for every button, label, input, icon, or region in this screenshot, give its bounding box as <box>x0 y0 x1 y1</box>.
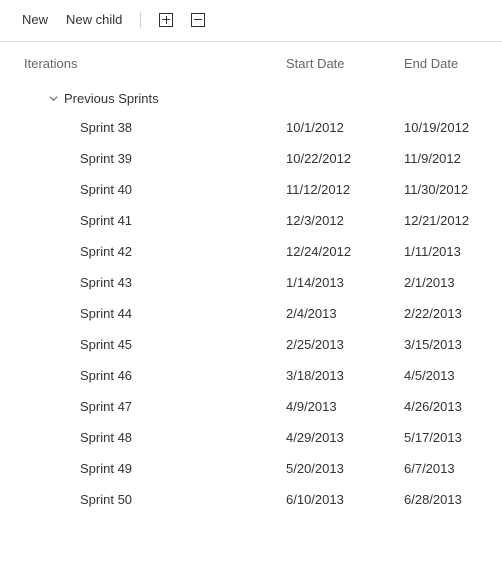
sprint-end-date: 6/28/2013 <box>404 492 502 507</box>
sprint-end-date: 11/9/2012 <box>404 151 502 166</box>
table-row[interactable]: Sprint 495/20/20136/7/2013 <box>0 453 502 484</box>
sprint-start-date: 2/4/2013 <box>286 306 404 321</box>
collapse-all-icon[interactable] <box>191 13 205 27</box>
expand-all-icon[interactable] <box>159 13 173 27</box>
sprint-start-date: 10/1/2012 <box>286 120 404 135</box>
group-label: Previous Sprints <box>64 91 159 106</box>
sprint-end-date: 12/21/2012 <box>404 213 502 228</box>
table-row[interactable]: Sprint 463/18/20134/5/2013 <box>0 360 502 391</box>
sprint-name: Sprint 50 <box>0 492 286 507</box>
sprint-name: Sprint 47 <box>0 399 286 414</box>
sprint-end-date: 5/17/2013 <box>404 430 502 445</box>
sprint-end-date: 3/15/2013 <box>404 337 502 352</box>
group-previous-sprints[interactable]: Previous Sprints <box>0 85 502 112</box>
new-button[interactable]: New <box>22 10 48 29</box>
table-row[interactable]: Sprint 4011/12/201211/30/2012 <box>0 174 502 205</box>
header-end-date[interactable]: End Date <box>404 56 502 71</box>
table-row[interactable]: Sprint 3810/1/201210/19/2012 <box>0 112 502 143</box>
header-iterations[interactable]: Iterations <box>24 56 286 71</box>
table-row[interactable]: Sprint 442/4/20132/22/2013 <box>0 298 502 329</box>
table-row[interactable]: Sprint 4112/3/201212/21/2012 <box>0 205 502 236</box>
sprint-name: Sprint 46 <box>0 368 286 383</box>
sprint-end-date: 11/30/2012 <box>404 182 502 197</box>
sprint-end-date: 10/19/2012 <box>404 120 502 135</box>
table-row[interactable]: Sprint 474/9/20134/26/2013 <box>0 391 502 422</box>
sprint-end-date: 2/22/2013 <box>404 306 502 321</box>
sprint-start-date: 11/12/2012 <box>286 182 404 197</box>
toolbar-separator <box>140 12 141 28</box>
sprint-start-date: 5/20/2013 <box>286 461 404 476</box>
sprint-name: Sprint 38 <box>0 120 286 135</box>
table-row[interactable]: Sprint 4212/24/20121/11/2013 <box>0 236 502 267</box>
sprint-name: Sprint 44 <box>0 306 286 321</box>
sprint-start-date: 4/9/2013 <box>286 399 404 414</box>
sprint-start-date: 2/25/2013 <box>286 337 404 352</box>
sprint-name: Sprint 45 <box>0 337 286 352</box>
sprint-name: Sprint 41 <box>0 213 286 228</box>
sprint-end-date: 1/11/2013 <box>404 244 502 259</box>
sprint-name: Sprint 42 <box>0 244 286 259</box>
sprint-start-date: 12/24/2012 <box>286 244 404 259</box>
sprint-end-date: 4/5/2013 <box>404 368 502 383</box>
sprint-end-date: 4/26/2013 <box>404 399 502 414</box>
toolbar: New New child <box>0 0 502 42</box>
table-row[interactable]: Sprint 506/10/20136/28/2013 <box>0 484 502 515</box>
sprint-name: Sprint 43 <box>0 275 286 290</box>
sprint-end-date: 6/7/2013 <box>404 461 502 476</box>
table-row[interactable]: Sprint 452/25/20133/15/2013 <box>0 329 502 360</box>
sprint-start-date: 10/22/2012 <box>286 151 404 166</box>
sprint-name: Sprint 48 <box>0 430 286 445</box>
column-headers: Iterations Start Date End Date <box>0 42 502 85</box>
sprint-start-date: 3/18/2013 <box>286 368 404 383</box>
sprint-start-date: 12/3/2012 <box>286 213 404 228</box>
sprint-name: Sprint 40 <box>0 182 286 197</box>
header-start-date[interactable]: Start Date <box>286 56 404 71</box>
sprint-rows: Sprint 3810/1/201210/19/2012Sprint 3910/… <box>0 112 502 515</box>
sprint-name: Sprint 39 <box>0 151 286 166</box>
sprint-end-date: 2/1/2013 <box>404 275 502 290</box>
new-child-button[interactable]: New child <box>66 10 122 29</box>
sprint-start-date: 1/14/2013 <box>286 275 404 290</box>
sprint-start-date: 4/29/2013 <box>286 430 404 445</box>
sprint-start-date: 6/10/2013 <box>286 492 404 507</box>
table-row[interactable]: Sprint 431/14/20132/1/2013 <box>0 267 502 298</box>
sprint-name: Sprint 49 <box>0 461 286 476</box>
table-row[interactable]: Sprint 3910/22/201211/9/2012 <box>0 143 502 174</box>
table-row[interactable]: Sprint 484/29/20135/17/2013 <box>0 422 502 453</box>
chevron-down-icon <box>48 94 58 103</box>
